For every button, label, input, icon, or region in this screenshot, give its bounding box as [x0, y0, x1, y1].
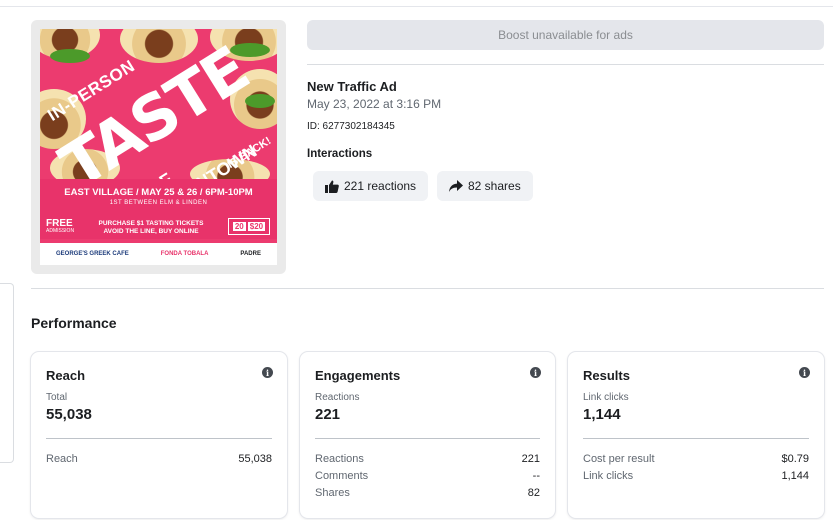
info-icon[interactable]: i — [799, 367, 810, 378]
top-divider — [0, 6, 833, 7]
shares-label: 82 shares — [468, 179, 521, 193]
breakdown-row: Comments -- — [315, 470, 540, 487]
card-title: Results — [583, 368, 630, 383]
row-label: Reactions — [315, 453, 364, 465]
poster-sponsor: GEORGE'S GREEK CAFE — [55, 251, 129, 257]
row-label: Cost per result — [583, 453, 655, 465]
breakdown-row: Reactions 221 — [315, 453, 540, 470]
card-divider — [46, 438, 272, 439]
section-divider — [31, 288, 824, 289]
poster-ticket-info: PURCHASE $1 TASTING TICKETS AVOID THE LI… — [98, 220, 204, 235]
results-card: Results i Link clicks 1,144 Cost per res… — [568, 352, 824, 518]
breakdown-row: Shares 82 — [315, 487, 540, 504]
ad-date: May 23, 2022 at 3:16 PM — [307, 97, 442, 111]
poster-sponsor: PADRE — [240, 251, 261, 257]
row-value: -- — [532, 470, 540, 482]
card-total: 55,038 — [46, 406, 92, 423]
interactions-heading: Interactions — [307, 148, 373, 160]
card-title: Reach — [46, 368, 86, 383]
row-value: 55,038 — [238, 453, 272, 465]
row-label: Link clicks — [583, 470, 634, 482]
ad-id: ID: 6277302184345 — [307, 121, 395, 132]
poster-price-badge: 20 $20 — [228, 218, 270, 235]
ad-creative-image: IN-PERSON TASTE OF DOWNTOWN IS BACK! EAS… — [40, 29, 277, 265]
row-value: 82 — [527, 487, 540, 499]
card-total: 221 — [315, 406, 341, 423]
card-breakdown: Reactions 221 Comments -- Shares 82 — [315, 453, 540, 504]
performance-heading: Performance — [31, 315, 117, 331]
thumbs-up-icon — [325, 180, 339, 193]
poster-free-sub: ADMISSION — [46, 228, 75, 234]
poster-free-admission: FREE ADMISSION — [46, 219, 74, 234]
lettuce-illustration — [50, 49, 90, 63]
row-value: $0.79 — [781, 453, 809, 465]
engagements-card: Engagements i Reactions 221 Reactions 22… — [300, 352, 555, 518]
card-breakdown: Reach 55,038 — [46, 453, 272, 470]
card-subtitle: Reactions — [315, 392, 360, 403]
row-value: 1,144 — [781, 470, 809, 482]
poster-price-a: 20 — [232, 222, 246, 231]
reactions-button[interactable]: 221 reactions — [313, 171, 429, 201]
ad-title: New Traffic Ad — [307, 79, 397, 94]
poster-event-line: EAST VILLAGE / MAY 25 & 26 / 6PM-10PM — [64, 187, 253, 198]
row-label: Comments — [315, 470, 369, 482]
shares-button[interactable]: 82 shares — [437, 171, 533, 201]
poster-price-b: $20 — [247, 222, 266, 231]
row-label: Reach — [46, 453, 78, 465]
card-divider — [583, 438, 809, 439]
card-subtitle: Link clicks — [583, 392, 629, 403]
boost-button[interactable]: Boost unavailable for ads — [307, 20, 824, 50]
poster-sponsor: FONDA TOBALA — [160, 251, 209, 257]
info-icon[interactable]: i — [262, 367, 273, 378]
card-divider — [315, 438, 540, 439]
ad-creative-thumbnail[interactable]: IN-PERSON TASTE OF DOWNTOWN IS BACK! EAS… — [31, 20, 286, 274]
breakdown-row: Link clicks 1,144 — [583, 470, 809, 487]
share-arrow-icon — [449, 180, 463, 192]
side-panel-edge[interactable] — [0, 283, 14, 463]
poster-address-line: 1ST BETWEEN ELM & LINDEN — [109, 200, 208, 206]
info-icon[interactable]: i — [530, 367, 541, 378]
card-title: Engagements — [315, 368, 401, 383]
breakdown-row: Reach 55,038 — [46, 453, 272, 470]
card-total: 1,144 — [583, 406, 621, 423]
poster-sponsor-strip: GEORGE'S GREEK CAFE FONDA TOBALA PADRE — [40, 243, 277, 265]
breakdown-row: Cost per result $0.79 — [583, 453, 809, 470]
reactions-label: 221 reactions — [344, 179, 417, 193]
card-breakdown: Cost per result $0.79 Link clicks 1,144 — [583, 453, 809, 487]
details-divider — [307, 64, 824, 65]
card-subtitle: Total — [46, 392, 68, 403]
row-value: 221 — [521, 453, 540, 465]
row-label: Shares — [315, 487, 350, 499]
reach-card: Reach i Total 55,038 Reach 55,038 — [31, 352, 287, 518]
